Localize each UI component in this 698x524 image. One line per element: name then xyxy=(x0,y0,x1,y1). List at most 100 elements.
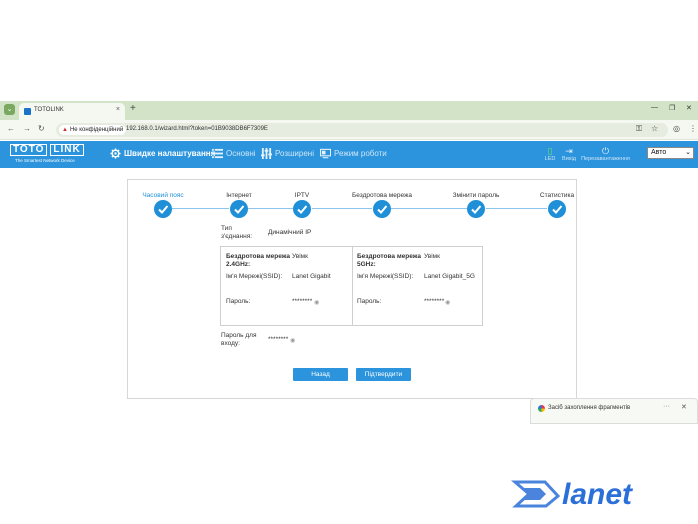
step-connector xyxy=(391,208,467,209)
logo-tagline: The Smartest Network Device xyxy=(15,158,75,163)
step-check-icon[interactable] xyxy=(154,200,172,218)
list-icon xyxy=(212,149,223,159)
logo-left: TOTO xyxy=(10,144,48,156)
reload-icon[interactable]: ↻ xyxy=(38,124,45,133)
chevron-down-icon: ⌄ xyxy=(685,149,691,156)
wifi-5-ssid: Lanet Gigabit_5G xyxy=(424,273,475,280)
step-check-icon[interactable] xyxy=(373,200,391,218)
wifi-5-ssid-label: Ім'я Мережі(SSID): xyxy=(357,273,414,280)
close-icon[interactable]: ✕ xyxy=(681,403,687,411)
forward-icon[interactable]: → xyxy=(23,124,31,133)
menu-mode[interactable]: Режим роботи xyxy=(320,147,387,161)
step-label-timezone[interactable]: Часовий пояс xyxy=(142,192,183,199)
eye-icon[interactable]: ◉ xyxy=(445,299,450,306)
totolink-favicon-icon xyxy=(24,108,31,115)
step-connector xyxy=(486,208,547,209)
step-check-icon[interactable] xyxy=(230,200,248,218)
conn-type-value: Динамічний IP xyxy=(268,229,312,236)
wifi-24-pass-label: Пароль: xyxy=(226,298,251,305)
page: ⌄ TOTOLINK × + — ❐ ✕ ← → ↻ ▲ Не конфіденц… xyxy=(0,0,698,524)
confirm-button[interactable]: Підтвердити xyxy=(356,368,411,381)
menu-advanced[interactable]: Розширені xyxy=(261,147,314,161)
step-check-icon[interactable] xyxy=(548,200,566,218)
wifi-24-title: Бездротова мережа 2.4GHz: xyxy=(226,253,290,269)
wifi-24-state: Увімк xyxy=(292,253,308,260)
back-icon[interactable]: ← xyxy=(7,124,15,133)
not-secure-label: Не конфіденційний xyxy=(69,127,124,133)
conn-type-label: Тип з'єднання: xyxy=(221,225,252,241)
more-options-icon[interactable]: ··· xyxy=(663,403,670,410)
menu-basic[interactable]: Основні xyxy=(212,147,256,161)
power-icon: ⏻ xyxy=(601,146,610,156)
profile-icon[interactable]: ◎ xyxy=(673,124,680,133)
tab-close-icon[interactable]: × xyxy=(116,106,120,113)
menu-advanced-label: Розширені xyxy=(275,149,314,158)
menu-basic-label: Основні xyxy=(226,149,256,158)
wifi-24-ssid-label: Ім'я Мережі(SSID): xyxy=(226,273,283,280)
login-pass-value: ******** xyxy=(268,336,289,343)
wifi-5-title-line2: 5GHz: xyxy=(357,261,376,268)
lanet-logo: lanet xyxy=(510,478,634,511)
lanet-wordmark: lanet xyxy=(562,478,634,511)
bookmark-star-icon[interactable]: ☆ xyxy=(651,124,658,133)
snipping-tool-icon xyxy=(538,405,545,412)
tab-title: TOTOLINK xyxy=(34,107,64,113)
step-connector xyxy=(172,208,229,209)
browser-tab[interactable]: TOTOLINK × xyxy=(19,103,125,120)
wifi-5-state: Увімк xyxy=(424,253,440,260)
not-secure-badge[interactable]: ▲ Не конфіденційний xyxy=(59,125,127,135)
warning-icon: ▲ xyxy=(62,127,68,133)
conn-type-label-line1: Тип xyxy=(221,225,232,232)
snip-title: Засіб захоплення фрагментів xyxy=(548,405,631,411)
step-connector xyxy=(248,208,293,209)
wifi-5-pass: ******** xyxy=(424,298,445,305)
login-pass-label: Пароль для входу: xyxy=(221,332,256,348)
logout-label: Вихід xyxy=(562,156,576,162)
minimize-icon[interactable]: — xyxy=(651,104,658,111)
sliders-icon xyxy=(261,148,272,160)
monitor-icon xyxy=(320,149,331,159)
back-button[interactable]: Назад xyxy=(293,368,348,381)
wifi-24-title-line1: Бездротова мережа xyxy=(226,253,291,260)
url-text[interactable]: 192.168.0.1/wizard.html?token=01B9038DB6… xyxy=(126,126,268,132)
reboot-label: Перезавантаження xyxy=(581,156,630,162)
browser-menu-icon[interactable]: ⋮ xyxy=(689,124,697,133)
step-check-icon[interactable] xyxy=(293,200,311,218)
gear-icon xyxy=(110,148,121,159)
wifi-24-title-line2: 2.4GHz: xyxy=(226,261,251,268)
led-toggle[interactable]: ▯ LED xyxy=(543,146,557,162)
step-connector xyxy=(312,208,372,209)
step-label-statistics[interactable]: Статистика xyxy=(540,192,574,199)
step-label-iptv[interactable]: IPTV xyxy=(295,192,309,199)
led-label: LED xyxy=(544,156,556,162)
eye-icon[interactable]: ◉ xyxy=(290,337,295,344)
step-check-icon[interactable] xyxy=(467,200,485,218)
wifi-24-ssid: Lanet Gigabit xyxy=(292,273,331,280)
step-label-wireless[interactable]: Бездротова мережа xyxy=(352,192,412,199)
maximize-icon[interactable]: ❐ xyxy=(669,104,675,112)
conn-type-label-line2: з'єднання: xyxy=(221,233,253,240)
window-close-icon[interactable]: ✕ xyxy=(686,104,692,112)
wifi-24-pass: ******** xyxy=(292,298,313,305)
reboot-button[interactable]: ⏻ Перезавантаження xyxy=(579,146,632,162)
new-tab-button[interactable]: + xyxy=(130,103,136,114)
menu-quick-setup-label: Швидке налаштування xyxy=(124,149,216,158)
login-pass-label-line1: Пароль для xyxy=(221,332,257,339)
step-label-internet[interactable]: Інтернет xyxy=(226,192,252,199)
language-select[interactable]: Авто ⌄ xyxy=(647,147,694,159)
eye-icon[interactable]: ◉ xyxy=(314,299,319,306)
led-icon: ▯ xyxy=(547,146,553,156)
menu-mode-label: Режим роботи xyxy=(334,149,387,158)
key-icon[interactable]: ⚿ xyxy=(636,124,642,134)
logout-button[interactable]: ⇥ Вихід xyxy=(561,146,577,162)
totolink-logo: TOTO LINK The Smartest Network Device xyxy=(10,144,87,163)
wifi-5-title-line1: Бездротова мережа xyxy=(357,253,422,260)
wifi-5-title: Бездротова мережа 5GHz: xyxy=(357,253,421,269)
logo-right: LINK xyxy=(50,144,84,156)
menu-quick-setup[interactable]: Швидке налаштування xyxy=(110,147,215,161)
step-label-password[interactable]: Змінити пароль xyxy=(453,192,500,199)
snipping-tool-notification[interactable]: Засіб захоплення фрагментів ··· ✕ xyxy=(530,398,698,424)
language-value: Авто xyxy=(651,149,667,156)
tab-search-icon[interactable]: ⌄ xyxy=(4,104,15,115)
login-pass-label-line2: входу: xyxy=(221,340,240,347)
